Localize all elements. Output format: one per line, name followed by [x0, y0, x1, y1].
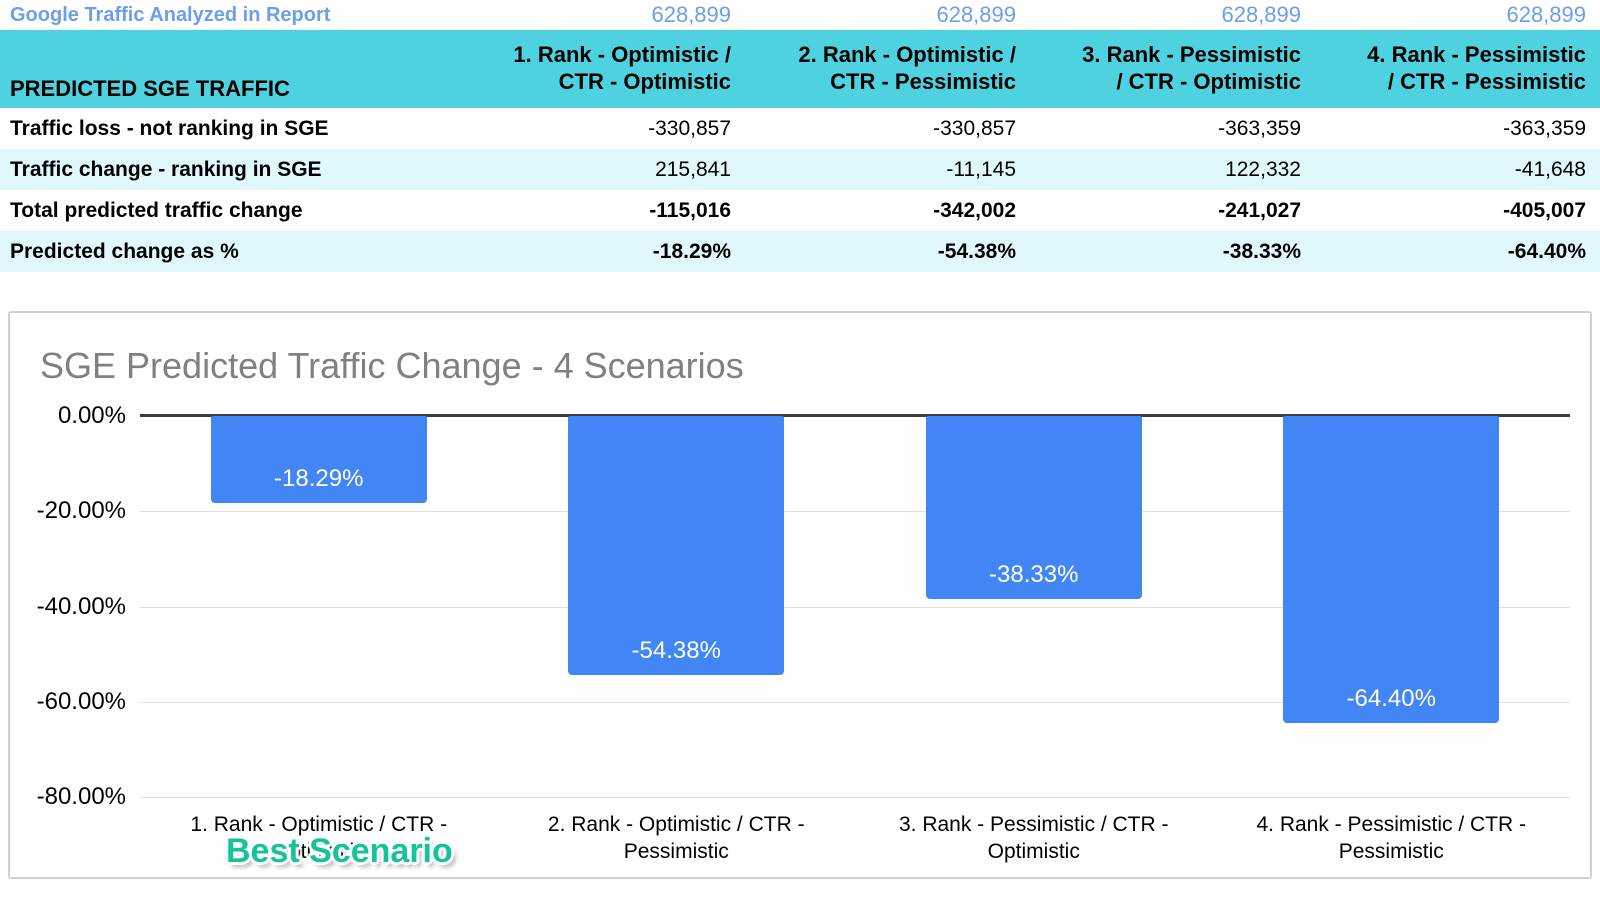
row-cell: -54.38%: [937, 239, 1016, 263]
x-axis-tick-label: 3. Rank - Pessimistic / CTR - Optimistic: [855, 812, 1213, 866]
bar-data-label: -18.29%: [274, 465, 364, 493]
bar-data-label: -54.38%: [631, 636, 721, 664]
table-row: Traffic loss - not ranking in SGE -330,8…: [0, 108, 1600, 149]
traffic-analyzed-label: Google Traffic Analyzed in Report: [10, 3, 331, 26]
row-cell: -115,016: [649, 198, 731, 222]
x-axis-tick-label: 4. Rank - Pessimistic / CTR - Pessimistic: [1213, 812, 1571, 866]
report-page: Google Traffic Analyzed in Report 628,89…: [0, 0, 1600, 904]
row-cell: -11,145: [946, 157, 1016, 181]
traffic-analyzed-value-2: 628,899: [936, 2, 1016, 27]
chart-title: SGE Predicted Traffic Change - 4 Scenari…: [40, 345, 744, 386]
bar-data-label: -38.33%: [989, 560, 1079, 588]
table-header-col-3: 3. Rank - Pessimistic / CTR - Optimistic: [1030, 30, 1315, 108]
table-row: Traffic change - ranking in SGE 215,841 …: [0, 149, 1600, 190]
row-label: Traffic loss - not ranking in SGE: [10, 116, 329, 140]
table-header-col-2-line2: CTR - Pessimistic: [830, 69, 1016, 94]
row-cell: -330,857: [933, 116, 1016, 140]
row-cell: -38.33%: [1222, 239, 1301, 263]
table-header-col-1: 1. Rank - Optimistic / CTR - Optimistic: [460, 30, 745, 108]
x-axis-tick-label-line2: Optimistic: [987, 839, 1080, 863]
table-header-col-4-line1: 4. Rank - Pessimistic: [1367, 42, 1586, 68]
table-header-main-label: PREDICTED SGE TRAFFIC: [10, 76, 290, 101]
row-cell: 122,332: [1225, 157, 1301, 181]
row-cell: -241,027: [1218, 198, 1301, 222]
row-cell: -18.29%: [652, 239, 731, 263]
row-cell: -363,359: [1503, 116, 1586, 140]
x-axis-tick-label-line1: 3. Rank - Pessimistic / CTR -: [898, 813, 1169, 836]
row-cell: -41,648: [1514, 157, 1586, 181]
table-header-col-1-line2: CTR - Optimistic: [558, 69, 731, 94]
y-axis-tick-label: -20.00%: [36, 497, 126, 525]
chart-card: SGE Predicted Traffic Change - 4 Scenari…: [8, 311, 1592, 879]
y-axis-tick-label: 0.00%: [57, 402, 126, 429]
y-axis-tick-label: -60.00%: [36, 687, 126, 715]
chart-bar[interactable]: -18.29%: [210, 416, 427, 504]
chart-bar[interactable]: -54.38%: [568, 416, 785, 675]
traffic-analyzed-value-1: 628,899: [651, 2, 731, 27]
row-cell: -363,359: [1218, 116, 1301, 140]
traffic-analyzed-value-4: 628,899: [1506, 2, 1586, 27]
row-label: Predicted change as %: [10, 239, 239, 263]
x-axis-tick-label-line1: 4. Rank - Pessimistic / CTR -: [1256, 813, 1527, 836]
chart-bar[interactable]: -38.33%: [925, 416, 1142, 599]
traffic-analyzed-value-3: 628,899: [1221, 2, 1301, 27]
table-header-col-4: 4. Rank - Pessimistic / CTR - Pessimisti…: [1315, 30, 1600, 108]
y-axis-tick-label: -40.00%: [36, 592, 126, 620]
table-header-col-4-line2: / CTR - Pessimistic: [1387, 69, 1586, 94]
row-cell: -330,857: [648, 116, 731, 140]
row-cell: -342,002: [933, 198, 1016, 222]
table-row: Predicted change as % -18.29% -54.38% -3…: [0, 231, 1600, 272]
table-header-col-3-line1: 3. Rank - Pessimistic: [1082, 42, 1301, 68]
row-cell: -64.40%: [1507, 239, 1586, 263]
bar-data-label: -64.40%: [1346, 684, 1436, 712]
annotation-best-scenario: Best Scenario: [226, 832, 453, 870]
table-header-col-2: 2. Rank - Optimistic / CTR - Pessimistic: [745, 30, 1030, 108]
row-cell: 215,841: [655, 157, 731, 181]
table-header-col-2-line1: 2. Rank - Optimistic /: [798, 42, 1016, 68]
gridline: [140, 797, 1570, 798]
table-header-row: PREDICTED SGE TRAFFIC 1. Rank - Optimist…: [0, 30, 1600, 108]
y-axis-tick-label: -80.00%: [36, 783, 126, 810]
table-header-col-3-line2: / CTR - Optimistic: [1116, 69, 1301, 94]
x-axis-tick-label-line2: Pessimistic: [1338, 839, 1444, 863]
table-header-col-1-line1: 1. Rank - Optimistic /: [513, 42, 731, 68]
x-axis-tick-label-line1: 2. Rank - Optimistic / CTR -: [547, 813, 805, 836]
chart-plot-area: 0.00% -20.00% -40.00% -60.00% -80.00% -18.29%…: [37, 402, 1570, 863]
row-label: Traffic change - ranking in SGE: [10, 157, 322, 181]
row-cell: -405,007: [1503, 198, 1586, 222]
table-row-traffic-analyzed: Google Traffic Analyzed in Report 628,89…: [0, 0, 1600, 30]
chart-bar[interactable]: -64.40%: [1283, 416, 1500, 723]
x-axis-tick-label: 2. Rank - Optimistic / CTR - Pessimistic: [498, 812, 856, 866]
row-label: Total predicted traffic change: [10, 198, 303, 222]
predicted-sge-traffic-table: Google Traffic Analyzed in Report 628,89…: [0, 0, 1600, 272]
x-axis-tick-label-line2: Pessimistic: [623, 839, 729, 863]
table-row: Total predicted traffic change -115,016 …: [0, 190, 1600, 231]
